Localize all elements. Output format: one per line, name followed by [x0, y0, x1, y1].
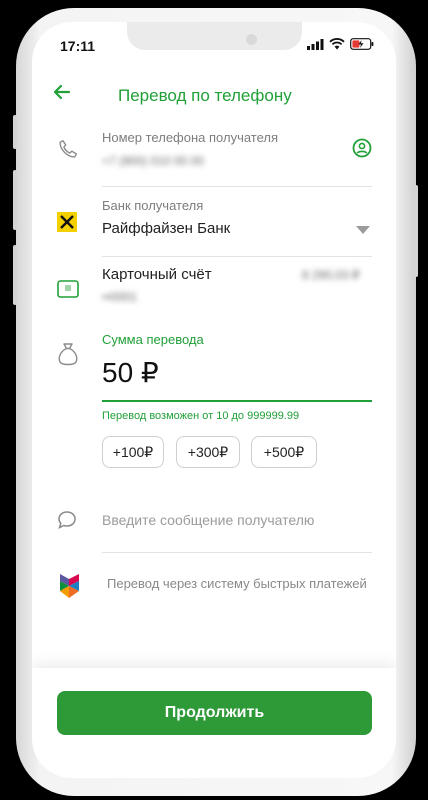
front-camera — [246, 34, 257, 45]
header: Перевод по телефону — [32, 78, 396, 114]
bank-field[interactable]: Банк получателя Райффайзен Банк — [32, 188, 396, 258]
sbp-text: Перевод через систему быстрых платежей — [107, 576, 367, 591]
phone-field[interactable]: Номер телефона получателя +7 (900) 010 0… — [32, 122, 396, 188]
account-label: Карточный счёт — [102, 266, 212, 283]
account-balance: 8 290,03 ₽ — [302, 268, 360, 282]
raiffeisen-logo-icon — [57, 212, 77, 232]
mute-switch — [13, 115, 17, 149]
money-bag-icon — [58, 343, 78, 366]
message-field[interactable]: Введите сообщение получателю — [32, 498, 396, 554]
sbp-info: Перевод через систему быстрых платежей — [32, 570, 396, 600]
account-field[interactable]: Карточный счёт ••0001 8 290,03 ₽ — [32, 258, 396, 328]
bank-value: Райффайзен Банк — [102, 220, 231, 237]
footer-bar: Продолжить — [32, 668, 396, 778]
back-arrow-icon[interactable] — [52, 82, 72, 102]
sbp-logo-icon — [60, 574, 79, 598]
contact-icon[interactable] — [352, 138, 372, 158]
status-time: 17:11 — [60, 38, 96, 54]
bank-label: Банк получателя — [102, 198, 204, 213]
divider — [102, 552, 372, 553]
screen: 17:11 Перевод по телефону Номер телефона… — [32, 22, 396, 778]
card-icon — [57, 280, 79, 298]
account-number: ••0001 — [102, 290, 138, 304]
power-button — [414, 185, 418, 277]
battery-icon — [350, 38, 374, 50]
amount-section: Сумма перевода 50 ₽ Перевод возможен от … — [32, 328, 396, 478]
volume-up-button — [13, 170, 17, 230]
amount-hint: Перевод возможен от 10 до 999999.99 — [102, 410, 300, 422]
add-300-chip[interactable]: +300₽ — [176, 436, 240, 468]
amount-input[interactable]: 50 ₽ — [102, 356, 159, 389]
chat-bubble-icon — [58, 511, 76, 529]
signal-icon — [307, 38, 324, 50]
add-100-chip[interactable]: +100₽ — [102, 436, 164, 468]
phone-icon — [59, 140, 77, 158]
wifi-icon — [329, 38, 345, 50]
phone-value: +7 (900) 010 00 00 — [102, 154, 204, 168]
continue-button[interactable]: Продолжить — [57, 691, 372, 735]
chevron-down-icon[interactable] — [356, 226, 370, 234]
volume-down-button — [13, 245, 17, 305]
divider — [102, 256, 372, 257]
amount-underline — [102, 400, 372, 402]
add-500-chip[interactable]: +500₽ — [251, 436, 317, 468]
phone-label: Номер телефона получателя — [102, 130, 279, 145]
status-bar: 17:11 — [32, 22, 396, 62]
message-input[interactable]: Введите сообщение получателю — [102, 512, 314, 528]
page-title: Перевод по телефону — [118, 86, 292, 105]
amount-label: Сумма перевода — [102, 332, 204, 347]
status-icons — [307, 38, 374, 50]
divider — [102, 186, 372, 187]
